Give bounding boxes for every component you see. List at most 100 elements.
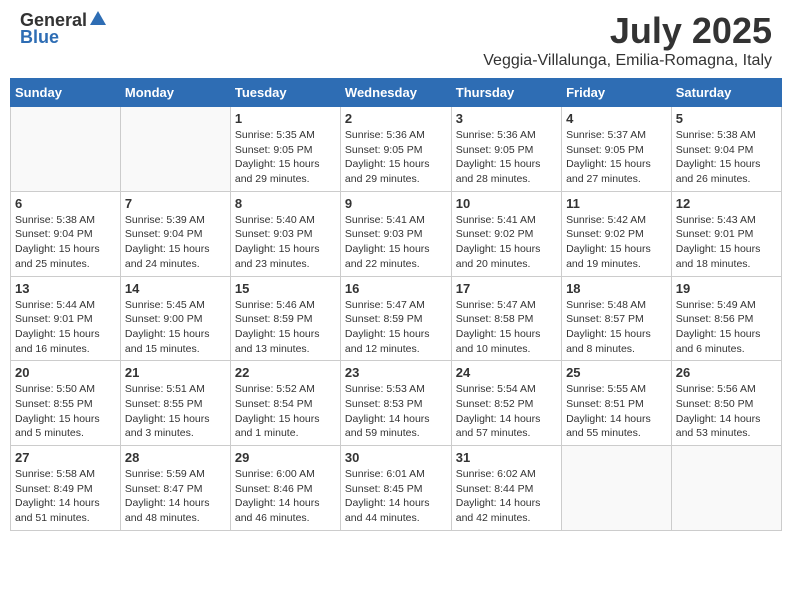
calendar-cell: 16 Sunrise: 5:47 AM Sunset: 8:59 PM Dayli…: [340, 276, 451, 361]
day-number: 26: [676, 365, 777, 380]
day-info: Sunrise: 5:59 AM Sunset: 8:47 PM Dayligh…: [125, 467, 226, 526]
title-section: July 2025 Veggia-Villalunga, Emilia-Roma…: [483, 10, 772, 70]
calendar-cell: 5 Sunrise: 5:38 AM Sunset: 9:04 PM Daylig…: [671, 107, 781, 192]
day-info: Sunrise: 5:50 AM Sunset: 8:55 PM Dayligh…: [15, 382, 116, 441]
weekday-header: Friday: [562, 79, 672, 107]
calendar-cell: 29 Sunrise: 6:00 AM Sunset: 8:46 PM Dayli…: [230, 446, 340, 531]
day-number: 25: [566, 365, 667, 380]
calendar-cell: 25 Sunrise: 5:55 AM Sunset: 8:51 PM Dayli…: [562, 361, 672, 446]
calendar-week-row: 1Sunrise: 5:35 AM Sunset: 9:05 PM Daylig…: [11, 107, 782, 192]
day-info: Sunrise: 5:48 AM Sunset: 8:57 PM Dayligh…: [566, 298, 667, 357]
day-number: 3: [456, 111, 557, 126]
day-info: Sunrise: 5:51 AM Sunset: 8:55 PM Dayligh…: [125, 382, 226, 441]
calendar-cell: 12Sunrise: 5:43 AM Sunset: 9:01 PM Dayli…: [671, 191, 781, 276]
day-number: 23: [345, 365, 447, 380]
day-info: Sunrise: 5:52 AM Sunset: 8:54 PM Dayligh…: [235, 382, 336, 441]
calendar-cell: [120, 107, 230, 192]
calendar-week-row: 20 Sunrise: 5:50 AM Sunset: 8:55 PM Dayli…: [11, 361, 782, 446]
day-number: 4: [566, 111, 667, 126]
logo-icon: [88, 9, 108, 29]
day-number: 16: [345, 281, 447, 296]
day-number: 9: [345, 196, 447, 211]
day-info: Sunrise: 5:36 AM Sunset: 9:05 PM Dayligh…: [345, 128, 447, 187]
day-info: Sunrise: 5:38 AM Sunset: 9:04 PM Dayligh…: [676, 128, 777, 187]
day-number: 15: [235, 281, 336, 296]
day-number: 12: [676, 196, 777, 211]
day-number: 22: [235, 365, 336, 380]
day-number: 29: [235, 450, 336, 465]
calendar-week-row: 27Sunrise: 5:58 AM Sunset: 8:49 PM Dayli…: [11, 446, 782, 531]
day-info: Sunrise: 5:47 AM Sunset: 8:59 PM Dayligh…: [345, 298, 447, 357]
day-number: 2: [345, 111, 447, 126]
day-number: 20: [15, 365, 116, 380]
weekday-header: Saturday: [671, 79, 781, 107]
day-info: Sunrise: 5:44 AM Sunset: 9:01 PM Dayligh…: [15, 298, 116, 357]
calendar-cell: 20 Sunrise: 5:50 AM Sunset: 8:55 PM Dayli…: [11, 361, 121, 446]
calendar-cell: 23Sunrise: 5:53 AM Sunset: 8:53 PM Dayli…: [340, 361, 451, 446]
calendar-cell: [671, 446, 781, 531]
calendar-cell: 2 Sunrise: 5:36 AM Sunset: 9:05 PM Daylig…: [340, 107, 451, 192]
weekday-header: Wednesday: [340, 79, 451, 107]
location-title: Veggia-Villalunga, Emilia-Romagna, Italy: [483, 52, 772, 70]
day-info: Sunrise: 5:39 AM Sunset: 9:04 PM Dayligh…: [125, 213, 226, 272]
weekday-header: Tuesday: [230, 79, 340, 107]
day-info: Sunrise: 6:02 AM Sunset: 8:44 PM Dayligh…: [456, 467, 557, 526]
day-info: Sunrise: 5:54 AM Sunset: 8:52 PM Dayligh…: [456, 382, 557, 441]
day-info: Sunrise: 6:01 AM Sunset: 8:45 PM Dayligh…: [345, 467, 447, 526]
calendar-cell: 28 Sunrise: 5:59 AM Sunset: 8:47 PM Dayli…: [120, 446, 230, 531]
weekday-header: Thursday: [451, 79, 561, 107]
day-info: Sunrise: 5:46 AM Sunset: 8:59 PM Dayligh…: [235, 298, 336, 357]
calendar-cell: 31 Sunrise: 6:02 AM Sunset: 8:44 PM Dayli…: [451, 446, 561, 531]
weekday-header-row: SundayMondayTuesdayWednesdayThursdayFrid…: [11, 79, 782, 107]
day-number: 14: [125, 281, 226, 296]
calendar-cell: 19 Sunrise: 5:49 AM Sunset: 8:56 PM Dayli…: [671, 276, 781, 361]
calendar-cell: 30 Sunrise: 6:01 AM Sunset: 8:45 PM Dayli…: [340, 446, 451, 531]
page-header: General Blue July 2025 Veggia-Villalunga…: [10, 10, 782, 70]
calendar-table: SundayMondayTuesdayWednesdayThursdayFrid…: [10, 78, 782, 531]
calendar-cell: [562, 446, 672, 531]
calendar-cell: 27Sunrise: 5:58 AM Sunset: 8:49 PM Dayli…: [11, 446, 121, 531]
day-number: 8: [235, 196, 336, 211]
day-info: Sunrise: 5:58 AM Sunset: 8:49 PM Dayligh…: [15, 467, 116, 526]
day-number: 24: [456, 365, 557, 380]
day-number: 5: [676, 111, 777, 126]
day-info: Sunrise: 5:41 AM Sunset: 9:02 PM Dayligh…: [456, 213, 557, 272]
day-info: Sunrise: 5:38 AM Sunset: 9:04 PM Dayligh…: [15, 213, 116, 272]
day-number: 18: [566, 281, 667, 296]
day-number: 30: [345, 450, 447, 465]
calendar-cell: 15 Sunrise: 5:46 AM Sunset: 8:59 PM Dayli…: [230, 276, 340, 361]
day-number: 13: [15, 281, 116, 296]
day-info: Sunrise: 5:49 AM Sunset: 8:56 PM Dayligh…: [676, 298, 777, 357]
day-info: Sunrise: 5:55 AM Sunset: 8:51 PM Dayligh…: [566, 382, 667, 441]
day-info: Sunrise: 6:00 AM Sunset: 8:46 PM Dayligh…: [235, 467, 336, 526]
day-info: Sunrise: 5:45 AM Sunset: 9:00 PM Dayligh…: [125, 298, 226, 357]
calendar-cell: 7Sunrise: 5:39 AM Sunset: 9:04 PM Daylig…: [120, 191, 230, 276]
day-info: Sunrise: 5:40 AM Sunset: 9:03 PM Dayligh…: [235, 213, 336, 272]
day-number: 10: [456, 196, 557, 211]
day-number: 11: [566, 196, 667, 211]
day-number: 31: [456, 450, 557, 465]
day-number: 6: [15, 196, 116, 211]
calendar-cell: 18 Sunrise: 5:48 AM Sunset: 8:57 PM Dayli…: [562, 276, 672, 361]
day-info: Sunrise: 5:35 AM Sunset: 9:05 PM Dayligh…: [235, 128, 336, 187]
calendar-cell: 3 Sunrise: 5:36 AM Sunset: 9:05 PM Daylig…: [451, 107, 561, 192]
day-info: Sunrise: 5:36 AM Sunset: 9:05 PM Dayligh…: [456, 128, 557, 187]
calendar-cell: 24 Sunrise: 5:54 AM Sunset: 8:52 PM Dayli…: [451, 361, 561, 446]
calendar-cell: 17 Sunrise: 5:47 AM Sunset: 8:58 PM Dayli…: [451, 276, 561, 361]
weekday-header: Monday: [120, 79, 230, 107]
weekday-header: Sunday: [11, 79, 121, 107]
calendar-cell: 6 Sunrise: 5:38 AM Sunset: 9:04 PM Daylig…: [11, 191, 121, 276]
day-number: 28: [125, 450, 226, 465]
month-title: July 2025: [483, 10, 772, 52]
calendar-cell: 14 Sunrise: 5:45 AM Sunset: 9:00 PM Dayli…: [120, 276, 230, 361]
calendar-cell: 11Sunrise: 5:42 AM Sunset: 9:02 PM Dayli…: [562, 191, 672, 276]
calendar-cell: 1Sunrise: 5:35 AM Sunset: 9:05 PM Daylig…: [230, 107, 340, 192]
calendar-cell: 4Sunrise: 5:37 AM Sunset: 9:05 PM Daylig…: [562, 107, 672, 192]
logo: General Blue: [20, 10, 108, 48]
day-number: 19: [676, 281, 777, 296]
day-info: Sunrise: 5:41 AM Sunset: 9:03 PM Dayligh…: [345, 213, 447, 272]
day-number: 17: [456, 281, 557, 296]
day-info: Sunrise: 5:47 AM Sunset: 8:58 PM Dayligh…: [456, 298, 557, 357]
calendar-cell: 8 Sunrise: 5:40 AM Sunset: 9:03 PM Daylig…: [230, 191, 340, 276]
calendar-cell: [11, 107, 121, 192]
